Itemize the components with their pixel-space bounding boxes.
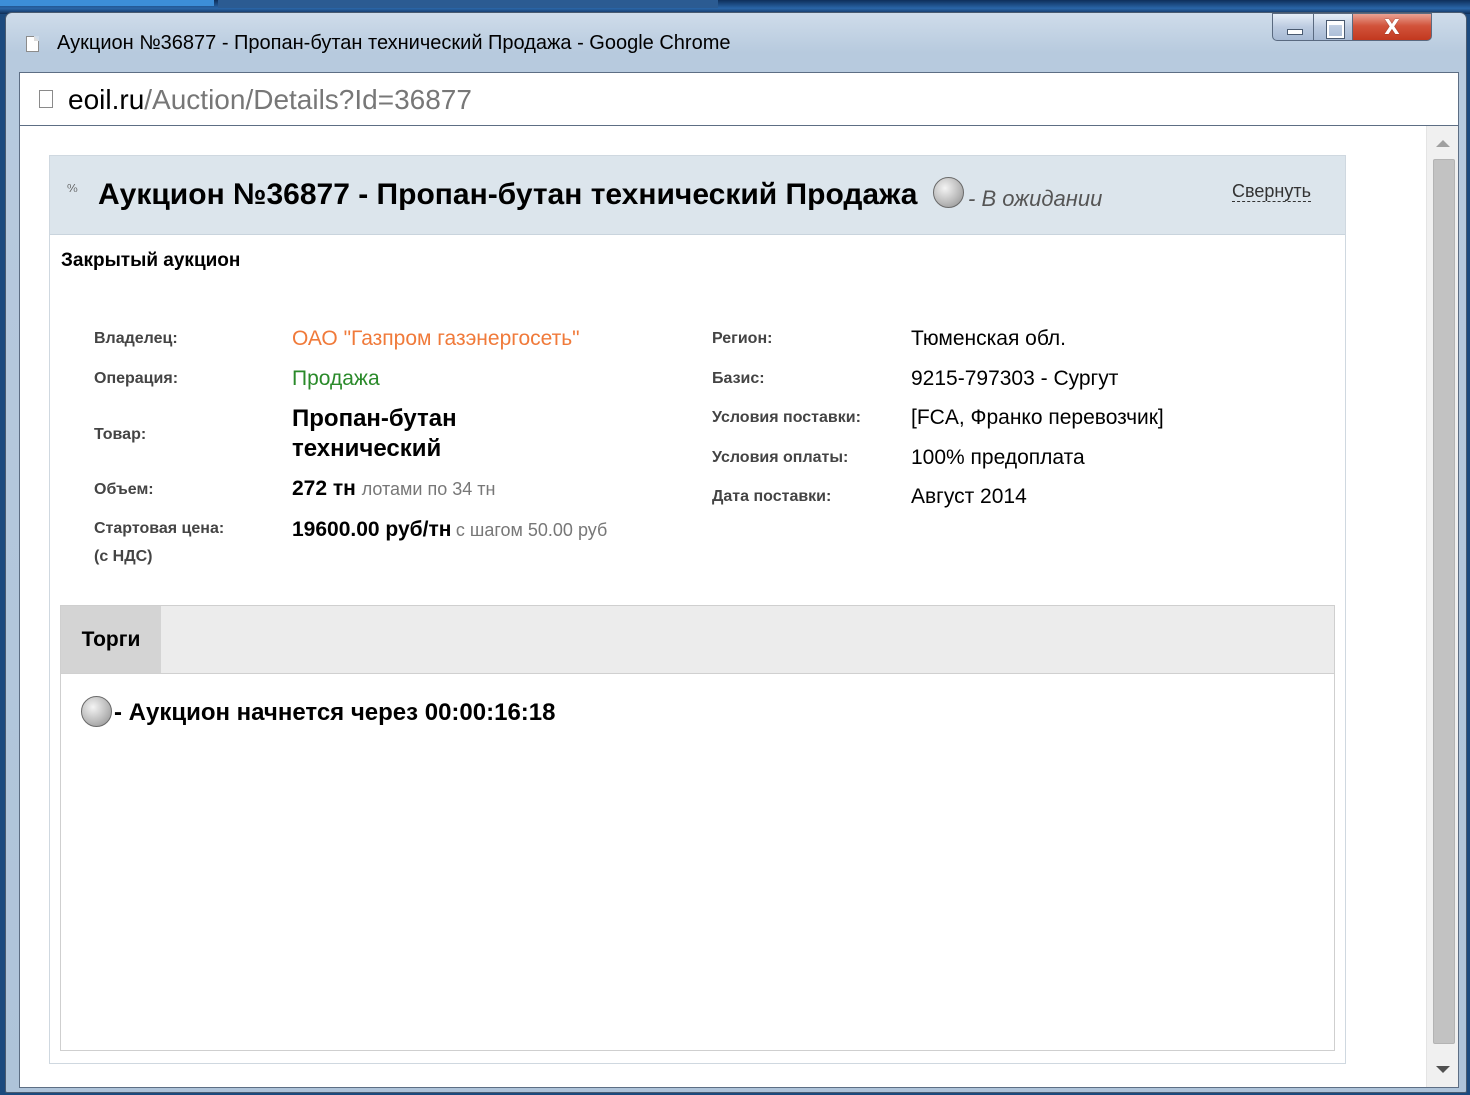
auction-panel-header: ⁰⁄₀ Аукцион №36877 - Пропан-бутан технич… [50, 156, 1345, 235]
scrollbar-thumb[interactable] [1433, 159, 1455, 1044]
minimize-button[interactable] [1272, 13, 1314, 41]
owner-link[interactable]: ОАО "Газпром газэнергосеть" [292, 327, 580, 351]
tab-bar: Торги [61, 606, 1334, 674]
desktop-window-strip-left [0, 0, 214, 6]
address-bar[interactable]: eoil.ru/Auction/Details?Id=36877 [19, 72, 1459, 126]
auction-status: - В ожидании [968, 186, 1103, 211]
page-icon [39, 90, 53, 108]
percent-icon: ⁰⁄₀ [67, 182, 78, 195]
page-viewport: ⁰⁄₀ Аукцион №36877 - Пропан-бутан технич… [19, 126, 1459, 1088]
desktop-window-strip-right [218, 0, 718, 8]
region-label: Регион: [712, 330, 773, 347]
start-price-label: Стартовая цена: [94, 520, 225, 537]
basis-value: 9215-797303 - Сургут [911, 367, 1119, 390]
auction-type: Закрытый аукцион [61, 250, 241, 271]
collapse-link[interactable]: Свернуть [1232, 181, 1311, 202]
volume-label: Объем: [94, 481, 154, 498]
product-value: Пропан-бутан технический [292, 405, 457, 462]
start-price-amount: 19600.00 руб/тн [292, 518, 452, 541]
operation-label: Операция: [94, 370, 179, 387]
volume-lots: лотами по 34 тн [361, 479, 496, 499]
address-path: /Auction/Details?Id=36877 [144, 84, 472, 115]
region-value: Тюменская обл. [911, 327, 1067, 350]
trading-section: Торги - Аукцион начнется через 00:00:16:… [60, 605, 1335, 1051]
delivery-terms-value: [FCA, Франко перевозчик] [911, 406, 1164, 429]
owner-label: Владелец: [94, 330, 178, 347]
delivery-date-label: Дата поставки: [712, 488, 832, 505]
scroll-down-arrow-icon[interactable] [1436, 1066, 1450, 1073]
product-label: Товар: [94, 426, 147, 443]
close-icon: X [1384, 15, 1400, 39]
status-indicator-icon [81, 696, 112, 727]
start-price-value: 19600.00 руб/тн с шагом 50.00 руб [292, 516, 622, 546]
maximize-button[interactable] [1313, 13, 1353, 41]
volume-amount: 272 тн [292, 477, 356, 500]
status-indicator-icon [933, 177, 964, 208]
countdown-text: - Аукцион начнется через 00:00:16:18 [114, 698, 556, 726]
payment-terms-value: 100% предоплата [911, 446, 1085, 469]
start-price-step: с шагом 50.00 руб [455, 520, 608, 540]
window-titlebar[interactable]: Аукцион №36877 - Пропан-бутан технически… [6, 13, 1466, 71]
page-icon [26, 36, 39, 52]
auction-title: Аукцион №36877 - Пропан-бутан технически… [98, 178, 918, 211]
auction-panel: ⁰⁄₀ Аукцион №36877 - Пропан-бутан технич… [49, 155, 1346, 1064]
tab-trading[interactable]: Торги [61, 606, 161, 673]
window-title: Аукцион №36877 - Пропан-бутан технически… [57, 32, 731, 54]
delivery-terms-label: Условия поставки: [712, 409, 861, 426]
address-url[interactable]: eoil.ru/Auction/Details?Id=36877 [68, 84, 472, 116]
vertical-scrollbar[interactable] [1426, 126, 1458, 1087]
volume-value: 272 тн лотами по 34 тн [292, 477, 495, 501]
maximize-icon [1327, 21, 1344, 38]
auction-countdown: - Аукцион начнется через 00:00:16:18 [81, 696, 556, 729]
scroll-up-arrow-icon[interactable] [1436, 140, 1450, 147]
delivery-date-value: Август 2014 [911, 485, 1027, 508]
close-button[interactable]: X [1352, 13, 1432, 41]
payment-terms-label: Условия оплаты: [712, 449, 849, 466]
minimize-icon [1287, 29, 1303, 35]
operation-value: Продажа [292, 367, 380, 390]
start-price-vat-label: (с НДС) [94, 548, 153, 565]
basis-label: Базис: [712, 370, 765, 387]
browser-window: Аукцион №36877 - Пропан-бутан технически… [5, 12, 1467, 1093]
address-host: eoil.ru [68, 84, 145, 115]
